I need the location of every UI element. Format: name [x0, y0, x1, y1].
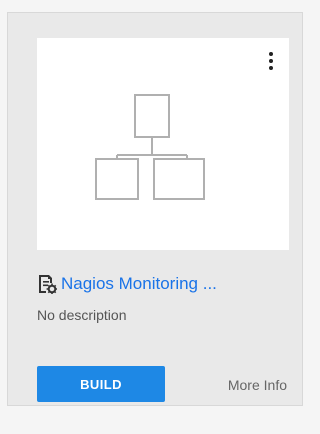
hierarchy-diagram-icon: [95, 94, 205, 200]
document-gear-icon: [39, 275, 57, 294]
build-button[interactable]: BUILD: [37, 366, 165, 402]
kebab-menu-icon[interactable]: [267, 52, 275, 70]
card-title-row: Nagios Monitoring ...: [37, 273, 297, 295]
more-info-link[interactable]: More Info: [228, 377, 287, 393]
card-thumbnail: [37, 38, 289, 250]
blueprint-card: Nagios Monitoring ... No description BUI…: [7, 12, 303, 406]
card-title-link[interactable]: Nagios Monitoring ...: [61, 274, 217, 294]
card-description: No description: [37, 307, 127, 323]
